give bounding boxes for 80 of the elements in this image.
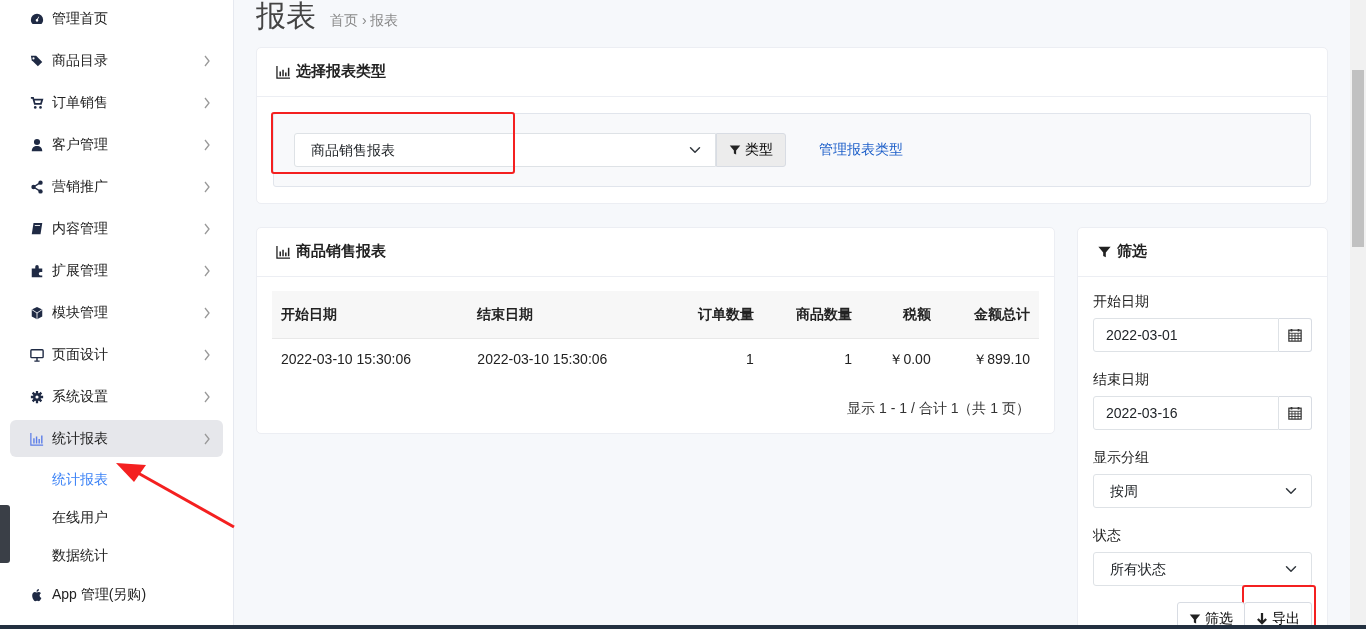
filter-icon	[1097, 244, 1112, 259]
pagination-info: 显示 1 - 1 / 合计 1（共 1 页）	[847, 398, 1031, 418]
down-arrow-icon	[1256, 612, 1268, 625]
table-cell: ￥899.10	[939, 338, 1039, 380]
sidebar-subitem[interactable]: 数据统计	[10, 538, 223, 572]
calendar-button[interactable]	[1279, 395, 1312, 430]
sidebar-item[interactable]: 系统设置	[10, 378, 223, 415]
share-icon	[30, 179, 44, 194]
calendar-button[interactable]	[1279, 317, 1312, 352]
chevron-icon	[203, 390, 211, 403]
column-header: 金额总计	[939, 290, 1039, 338]
table-cell: 2022-03-10 15:30:06	[272, 338, 469, 380]
puzzle-icon	[30, 263, 44, 278]
monitor-icon	[30, 347, 44, 362]
filter-icon	[1189, 612, 1201, 625]
sidebar-item[interactable]: 页面设计	[10, 336, 223, 373]
sidebar-item[interactable]: 内容管理	[10, 210, 223, 247]
sidebar-subitem[interactable]: 在线用户	[10, 500, 223, 534]
calendar-icon	[1288, 327, 1303, 342]
field-label: 显示分组	[1093, 447, 1150, 467]
field-label: 结束日期	[1093, 369, 1150, 389]
bar-chart-icon	[276, 244, 291, 259]
chevron-icon	[203, 54, 211, 67]
sidebar-item[interactable]: 营销推广	[10, 168, 223, 205]
column-header: 订单数量	[664, 290, 763, 338]
chevron-icon	[203, 348, 211, 361]
dashboard-icon	[30, 11, 44, 26]
sidebar-item[interactable]: 客户管理	[10, 126, 223, 163]
select-field[interactable]: 所有状态	[1093, 551, 1312, 586]
manage-report-types-link[interactable]: 管理报表类型	[819, 139, 903, 161]
column-header: 结束日期	[468, 290, 665, 338]
field-label: 状态	[1093, 525, 1122, 545]
sidebar-item[interactable]: 商品目录	[10, 42, 223, 79]
sidebar-subitem[interactable]: 统计报表	[10, 462, 223, 496]
chevron-icon	[203, 432, 211, 445]
book-icon	[30, 221, 44, 236]
card-title: 筛选	[1117, 241, 1147, 261]
bar-chart-icon	[30, 431, 44, 446]
select-field[interactable]: 按周	[1093, 473, 1312, 508]
filter-button[interactable]: 筛选	[1177, 601, 1245, 625]
apple-icon	[30, 587, 44, 602]
breadcrumb: 首页 › 报表	[330, 11, 399, 30]
level-meter-widget[interactable]	[0, 505, 10, 563]
card-title: 选择报表类型	[296, 62, 386, 81]
column-header: 开始日期	[272, 290, 469, 338]
date-field[interactable]: 2022-03-01	[1093, 317, 1280, 352]
export-button[interactable]: 导出	[1244, 601, 1312, 625]
sidebar-item[interactable]: 模块管理	[10, 294, 223, 331]
chevron-icon	[203, 96, 211, 109]
sidebar-item[interactable]: 管理首页	[10, 0, 223, 37]
sidebar-item[interactable]: App 管理(另购)	[10, 576, 223, 613]
chevron-icon	[203, 138, 211, 151]
table-cell: 1	[664, 338, 763, 380]
sidebar-item[interactable]: 统计报表	[10, 420, 223, 457]
scrollbar-thumb[interactable]	[1352, 70, 1364, 247]
sidebar-item[interactable]: 扩展管理	[10, 252, 223, 289]
date-field[interactable]: 2022-03-16	[1093, 395, 1280, 430]
cart-icon	[30, 95, 44, 110]
chevron-icon	[203, 222, 211, 235]
type-button[interactable]: 类型	[716, 132, 786, 167]
calendar-icon	[1288, 405, 1303, 420]
chevron-icon	[203, 180, 211, 193]
table-cell: ￥0.00	[861, 338, 940, 380]
card-title: 商品销售报表	[296, 241, 386, 261]
filter-icon	[729, 143, 741, 156]
report-type-select[interactable]: 商品销售报表	[294, 132, 716, 167]
bar-chart-icon	[276, 64, 291, 79]
column-header: 税额	[861, 290, 940, 338]
chevron-icon	[203, 264, 211, 277]
column-header: 商品数量	[762, 290, 862, 338]
table-cell: 1	[762, 338, 862, 380]
page-title: 报表	[256, 0, 316, 31]
cube-icon	[30, 305, 44, 320]
table-cell: 2022-03-10 15:30:06	[468, 338, 665, 380]
user-icon	[30, 137, 44, 152]
sidebar-item[interactable]: 订单销售	[10, 84, 223, 121]
field-label: 开始日期	[1093, 291, 1150, 311]
tags-icon	[30, 53, 44, 68]
chevron-icon	[203, 306, 211, 319]
gear-icon	[30, 389, 44, 404]
